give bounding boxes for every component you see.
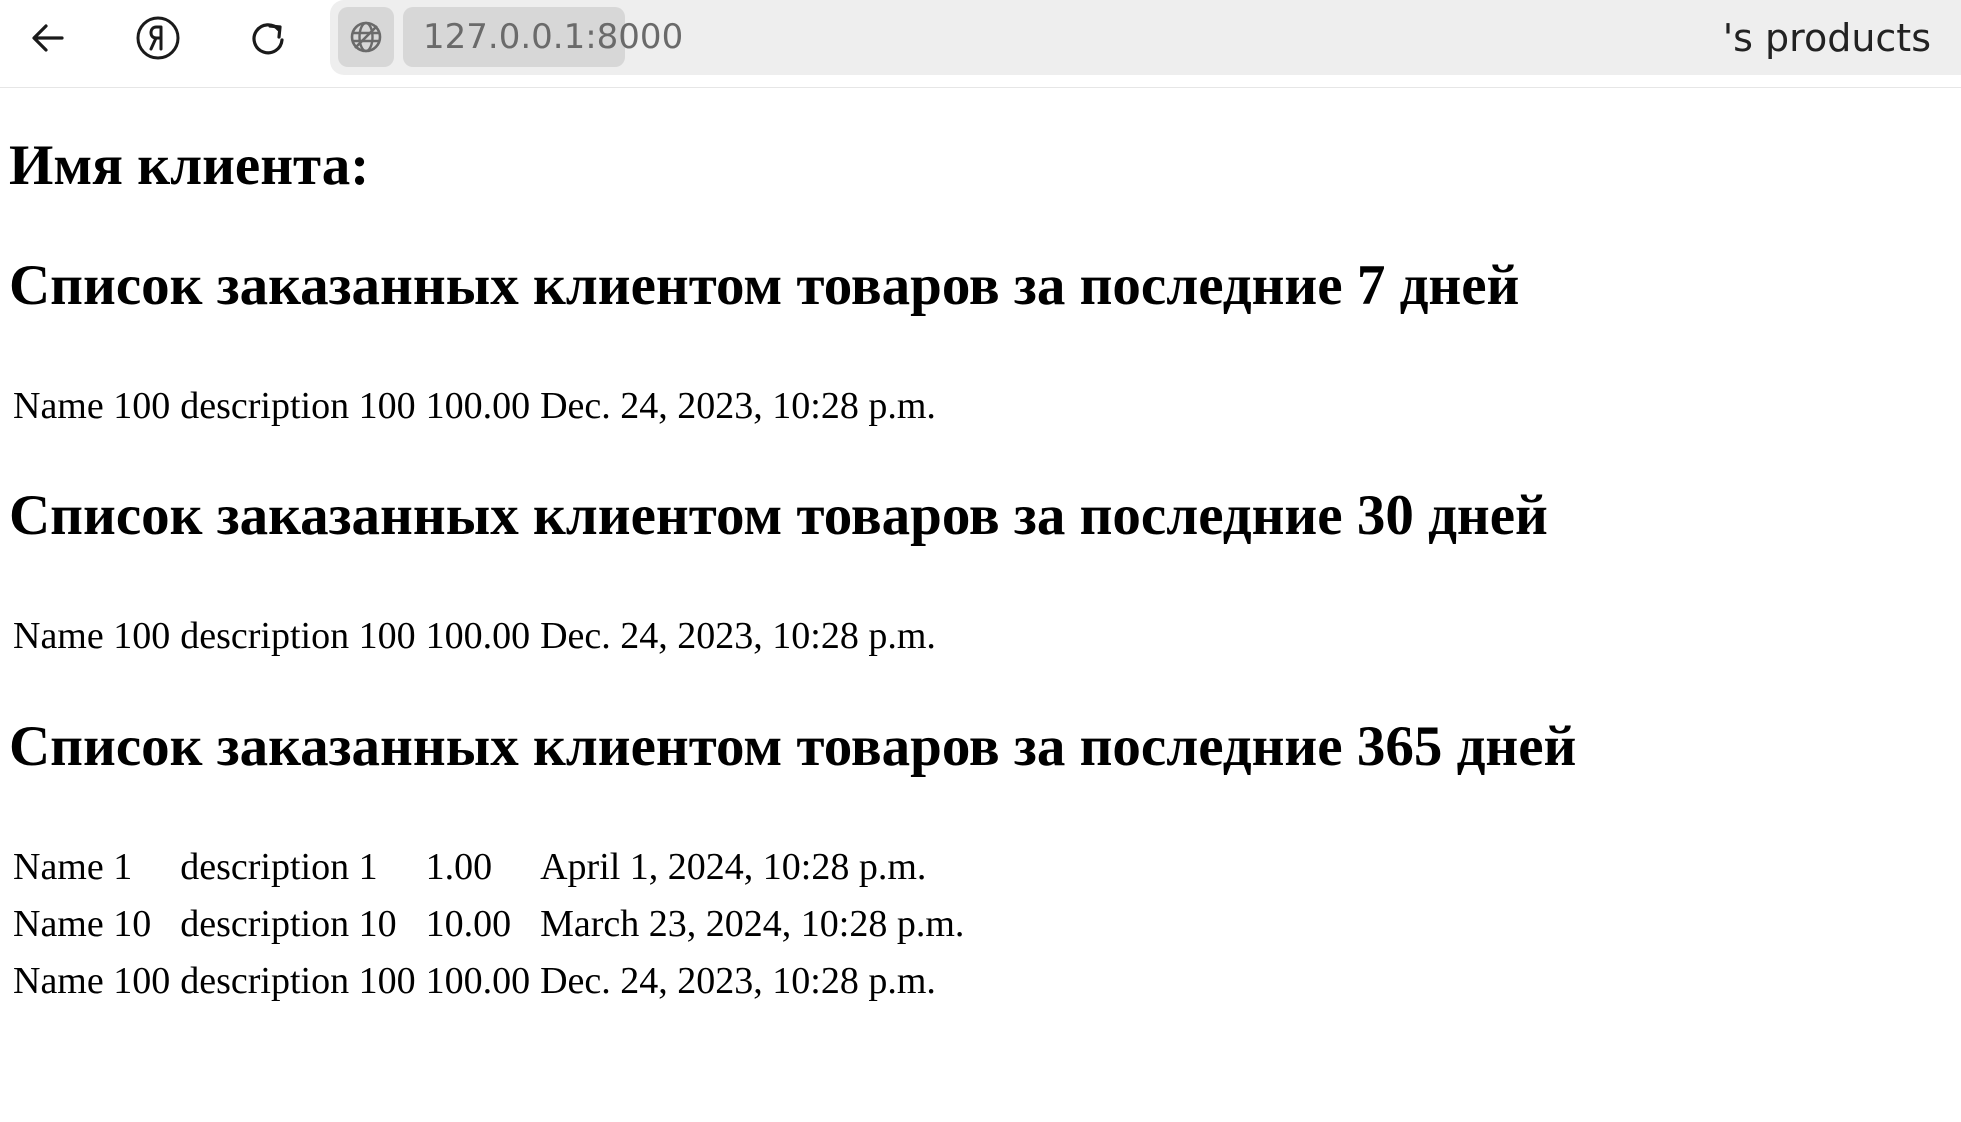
order-date: Dec. 24, 2023, 10:28 p.m. — [540, 614, 936, 657]
product-description: description 100 — [180, 384, 416, 427]
product-name: Name 100 — [13, 384, 171, 427]
product-name: Name 10 — [13, 902, 152, 945]
client-heading: Имя клиента: — [9, 134, 370, 197]
table-row: Name 100 description 100 100.00 Dec. 24,… — [13, 952, 974, 1009]
product-price: 100.00 — [425, 614, 531, 657]
table-row: Name 100 description 100 100.00 Dec. 24,… — [13, 607, 946, 664]
product-name: Name 1 — [13, 845, 133, 888]
address-bar[interactable]: 127.0.0.1:8000 's products — [330, 0, 1961, 75]
product-price: 10.00 — [425, 902, 512, 945]
product-price: 1.00 — [425, 845, 493, 888]
order-date: April 1, 2024, 10:28 p.m. — [540, 845, 927, 888]
section-title-30-days: Список заказанных клиентом товаров за по… — [9, 484, 1548, 547]
back-button[interactable] — [20, 10, 76, 66]
product-description: description 1 — [180, 845, 378, 888]
back-icon — [32, 24, 64, 52]
table-row: Name 10 description 10 10.00 March 23, 2… — [13, 895, 974, 952]
product-description: description 100 — [180, 614, 416, 657]
table-row: Name 100 description 100 100.00 Dec. 24,… — [13, 377, 946, 434]
orders-table-30-days: Name 100 description 100 100.00 Dec. 24,… — [13, 607, 946, 664]
product-price: 100.00 — [425, 384, 531, 427]
product-name: Name 100 — [13, 959, 171, 1002]
section-title-365-days: Список заказанных клиентом товаров за по… — [9, 715, 1577, 778]
order-date: Dec. 24, 2023, 10:28 p.m. — [540, 959, 936, 1002]
section-title-7-days: Список заказанных клиентом товаров за по… — [9, 254, 1520, 317]
product-price: 100.00 — [425, 959, 531, 1002]
browser-toolbar: 127.0.0.1:8000 's products — [0, 0, 1961, 88]
orders-table-365-days: Name 1 description 1 1.00 April 1, 2024,… — [13, 838, 974, 1009]
product-description: description 100 — [180, 959, 416, 1002]
product-name: Name 100 — [13, 614, 171, 657]
globe-icon — [350, 21, 382, 53]
reload-icon — [252, 23, 284, 55]
yandex-icon — [136, 16, 180, 60]
url-text[interactable]: 127.0.0.1:8000 — [403, 7, 683, 67]
order-date: March 23, 2024, 10:28 p.m. — [540, 902, 965, 945]
product-description: description 10 — [180, 902, 397, 945]
yandex-button[interactable] — [130, 10, 186, 66]
orders-table-7-days: Name 100 description 100 100.00 Dec. 24,… — [13, 377, 946, 434]
reload-button[interactable] — [240, 10, 296, 66]
order-date: Dec. 24, 2023, 10:28 p.m. — [540, 384, 936, 427]
site-info-button[interactable] — [338, 7, 394, 67]
page-title: 's products — [1722, 16, 1931, 60]
table-row: Name 1 description 1 1.00 April 1, 2024,… — [13, 838, 974, 895]
